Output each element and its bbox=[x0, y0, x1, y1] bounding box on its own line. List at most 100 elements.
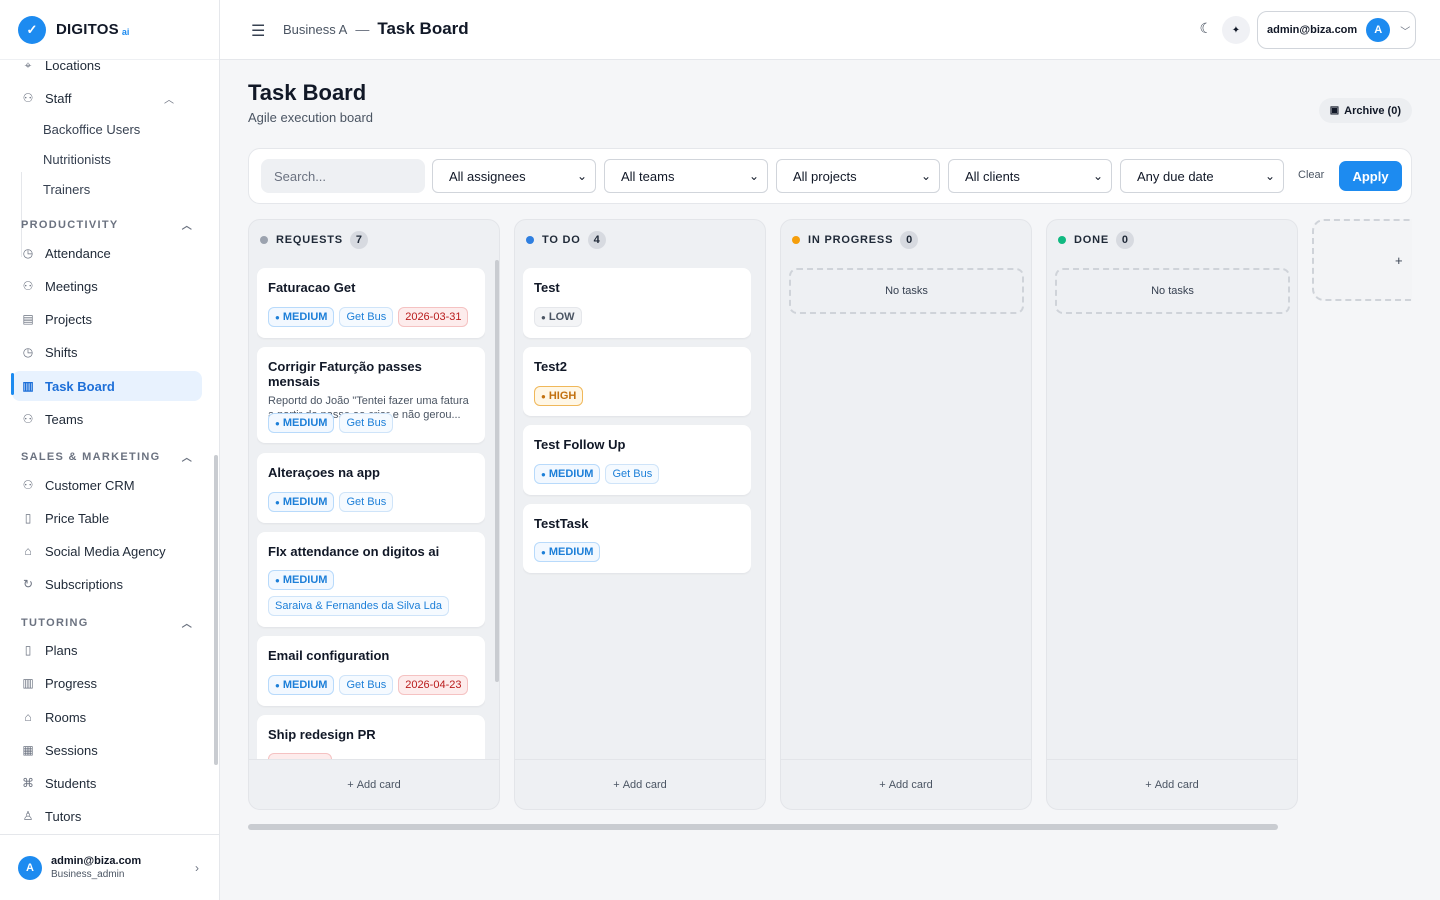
archive-button[interactable]: ▣ Archive (0) bbox=[1318, 98, 1412, 123]
column-in-progress: IN PROGRESS 0 No tasks + Add card bbox=[780, 219, 1032, 810]
priority-badge: ● MEDIUM bbox=[268, 307, 335, 327]
graduation-icon: ⌘ bbox=[22, 776, 34, 790]
brand[interactable]: ✓ DIGITOS ai bbox=[0, 0, 219, 60]
sidebar-user[interactable]: A admin@biza.com Business_admin › bbox=[0, 834, 219, 900]
task-card[interactable]: Email configuration ● MEDIUM Get Bus 2026… bbox=[257, 636, 485, 706]
add-card-button[interactable]: + Add card bbox=[1047, 759, 1297, 809]
search-input[interactable] bbox=[261, 159, 425, 193]
empty-state[interactable]: No tasks bbox=[1055, 268, 1290, 314]
priority-badge: ● MEDIUM bbox=[268, 492, 335, 512]
task-card[interactable]: Faturacao Get ● MEDIUM Get Bus 2026-03-31 bbox=[257, 268, 485, 338]
main-content: Task Board Agile execution board ▣ Archiv… bbox=[248, 80, 1412, 830]
chevron-down-icon: ⌄ bbox=[576, 169, 587, 183]
task-title: Corrigir Faturção passes mensais bbox=[268, 359, 422, 389]
sidebar-item-sessions[interactable]: ▦ Sessions bbox=[12, 735, 202, 765]
task-card[interactable]: Test Follow Up ● MEDIUM Get Bus bbox=[523, 425, 751, 495]
column-todo: TO DO 4 Test ● LOW Test2 ● HIGH Test Follo… bbox=[514, 219, 766, 810]
sidebar-item-backoffice-users[interactable]: Backoffice Users bbox=[30, 114, 220, 144]
board-horizontal-scrollbar[interactable] bbox=[248, 824, 1278, 830]
sidebar-item-trainers[interactable]: Trainers bbox=[30, 174, 220, 204]
client-select[interactable]: All clients ⌄ bbox=[948, 159, 1112, 193]
section-tutoring[interactable]: TUTORING ︿ bbox=[21, 615, 201, 631]
assignee-select[interactable]: All assignees ⌄ bbox=[432, 159, 596, 193]
account-menu[interactable]: admin@biza.com A ﹀ bbox=[1257, 11, 1416, 49]
menu-icon[interactable]: ☰ bbox=[251, 21, 265, 41]
page-title: Task Board bbox=[248, 80, 367, 105]
section-productivity[interactable]: PRODUCTIVITY ︿ bbox=[21, 217, 201, 233]
sidebar-item-staff[interactable]: ⚇ Staff ︿ bbox=[12, 83, 202, 113]
sidebar-item-teams[interactable]: ⚇ Teams bbox=[12, 404, 202, 434]
sidebar-item-meetings[interactable]: ⚇ Meetings bbox=[12, 271, 202, 301]
teams-icon: ⚇ bbox=[22, 412, 34, 426]
chevron-up-icon: ︿ bbox=[164, 94, 174, 106]
column-scrollbar[interactable] bbox=[495, 260, 499, 682]
sidebar-item-locations[interactable]: ⌖ Locations bbox=[12, 55, 202, 80]
team-select[interactable]: All teams ⌄ bbox=[604, 159, 768, 193]
chevron-down-icon: ⌄ bbox=[1264, 169, 1275, 183]
sidebar-scrollbar[interactable] bbox=[214, 455, 218, 765]
column-count: 0 bbox=[900, 231, 919, 249]
task-card[interactable]: Test2 ● HIGH bbox=[523, 347, 751, 416]
priority-badge: ● MEDIUM bbox=[534, 542, 601, 562]
plans-icon: ▯ bbox=[24, 643, 32, 657]
user-role: Business_admin bbox=[51, 869, 125, 880]
add-card-button[interactable]: + Add card bbox=[249, 759, 499, 809]
add-column-button[interactable]: + bbox=[1312, 219, 1412, 301]
refresh-icon: ↻ bbox=[22, 577, 34, 591]
add-card-button[interactable]: + Add card bbox=[515, 759, 765, 809]
add-card-button[interactable]: + Add card bbox=[781, 759, 1031, 809]
breadcrumb-title: Task Board bbox=[377, 19, 469, 38]
sidebar-item-attendance[interactable]: ◷ Attendance bbox=[12, 238, 202, 268]
social-icon: ⌂ bbox=[24, 544, 32, 558]
task-card[interactable]: TestTask ● MEDIUM bbox=[523, 504, 751, 573]
sidebar-item-tutors[interactable]: ♙ Tutors bbox=[12, 801, 202, 831]
sidebar-item-students[interactable]: ⌘ Students bbox=[12, 768, 202, 798]
due-date-select[interactable]: Any due date ⌄ bbox=[1120, 159, 1284, 193]
sidebar-item-plans[interactable]: ▯ Plans bbox=[12, 635, 202, 665]
task-card[interactable]: FIx attendance on digitos ai ● MEDIUM Sar… bbox=[257, 532, 485, 627]
empty-state[interactable]: No tasks bbox=[789, 268, 1024, 314]
task-card[interactable]: Test ● LOW bbox=[523, 268, 751, 338]
moon-icon[interactable]: ☾ bbox=[1199, 20, 1212, 37]
sidebar-item-progress[interactable]: ▥ Progress bbox=[12, 668, 202, 698]
clock-icon: ◷ bbox=[22, 246, 34, 260]
task-title: Alteraçoes na app bbox=[268, 465, 380, 480]
client-badge: Get Bus bbox=[339, 413, 394, 433]
card-list[interactable]: Faturacao Get ● MEDIUM Get Bus 2026-03-31… bbox=[257, 268, 485, 760]
sidebar-item-subscriptions[interactable]: ↻ Subscriptions bbox=[12, 569, 202, 599]
client-badge: Get Bus bbox=[605, 464, 660, 484]
avatar: A bbox=[1366, 18, 1391, 42]
task-card[interactable]: Ship redesign PR bbox=[257, 715, 485, 760]
apply-button[interactable]: Apply bbox=[1339, 161, 1402, 191]
sidebar: ✓ DIGITOS ai ⌖ Locations ⚇ Staff ︿ Backoffi… bbox=[0, 0, 220, 900]
sidebar-item-rooms[interactable]: ⌂ Rooms bbox=[12, 702, 202, 732]
project-select[interactable]: All projects ⌄ bbox=[776, 159, 940, 193]
shifts-icon: ◷ bbox=[22, 345, 34, 359]
sidebar-item-shifts[interactable]: ◷ Shifts bbox=[12, 337, 202, 367]
archive-icon: ▣ bbox=[1329, 105, 1340, 116]
breadcrumb-business[interactable]: Business A bbox=[283, 22, 347, 37]
card-list[interactable]: Test ● LOW Test2 ● HIGH Test Follow Up ● ME… bbox=[523, 268, 751, 760]
section-sales-marketing[interactable]: SALES & MARKETING ︿ bbox=[21, 449, 201, 465]
sidebar-item-social-media-agency[interactable]: ⌂ Social Media Agency bbox=[12, 536, 202, 566]
calendar-icon: ▦ bbox=[22, 743, 34, 757]
staff-icon: ⚇ bbox=[22, 91, 34, 105]
sidebar-item-customer-crm[interactable]: ⚇ Customer CRM bbox=[12, 470, 202, 500]
sidebar-item-nutritionists[interactable]: Nutritionists bbox=[30, 144, 220, 174]
priority-badge: ● MEDIUM bbox=[268, 570, 335, 590]
column-header: REQUESTS 7 bbox=[260, 231, 368, 249]
crm-icon: ⚇ bbox=[22, 478, 34, 492]
sidebar-item-projects[interactable]: ▤ Projects bbox=[12, 304, 202, 334]
filter-bar: All assignees⌄ All teams⌄ All projects⌄ … bbox=[248, 148, 1412, 204]
avatar: A bbox=[18, 855, 42, 880]
sparkle-icon[interactable]: ✦ bbox=[1222, 16, 1250, 44]
task-card[interactable]: Alteraçoes na app ● MEDIUM Get Bus bbox=[257, 453, 485, 523]
task-card[interactable]: Corrigir Faturção passes mensais Reportd… bbox=[257, 347, 485, 443]
clear-button[interactable]: Clear bbox=[1298, 169, 1324, 181]
sidebar-item-price-table[interactable]: ▯ Price Table bbox=[12, 503, 202, 533]
column-done: DONE 0 No tasks + Add card bbox=[1046, 219, 1298, 810]
brand-suffix: ai bbox=[121, 27, 130, 37]
sidebar-item-task-board[interactable]: ▥ Task Board bbox=[12, 371, 202, 401]
client-badge: Get Bus bbox=[339, 675, 394, 695]
digitos-logo-icon: ✓ bbox=[18, 15, 46, 44]
